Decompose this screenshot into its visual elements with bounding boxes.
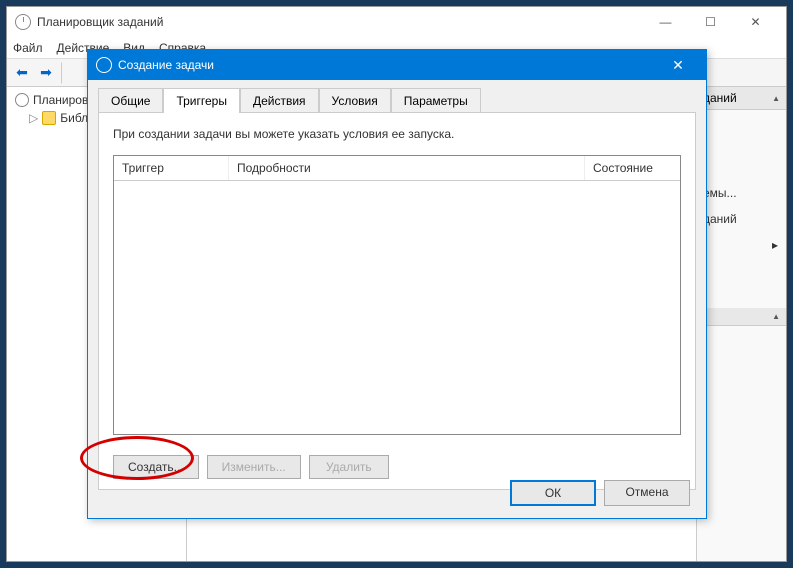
scheduler-icon — [15, 93, 29, 107]
tab-actions[interactable]: Действия — [240, 88, 319, 113]
table-header: Триггер Подробности Состояние — [114, 156, 680, 181]
column-trigger[interactable]: Триггер — [114, 156, 229, 180]
create-task-dialog: Создание задачи ✕ Общие Триггеры Действи… — [87, 49, 707, 519]
more-arrow[interactable]: ▸ — [697, 232, 786, 258]
folder-icon — [42, 111, 56, 125]
tabstrip: Общие Триггеры Действия Условия Параметр… — [88, 80, 706, 113]
dialog-titlebar[interactable]: Создание задачи ✕ — [88, 50, 706, 80]
delete-trigger-button: Удалить — [309, 455, 389, 479]
close-button[interactable]: ✕ — [733, 8, 778, 36]
minimize-button[interactable]: — — [643, 8, 688, 36]
expand-icon[interactable]: ▷ — [29, 111, 38, 125]
actions-subheader: ▲ — [697, 308, 786, 326]
ok-button[interactable]: ОК — [510, 480, 596, 506]
tab-general[interactable]: Общие — [98, 88, 163, 113]
up-button[interactable] — [67, 62, 89, 84]
menu-file[interactable]: Файл — [13, 41, 43, 55]
collapse-icon[interactable]: ▲ — [772, 312, 780, 321]
action-item[interactable]: емы... — [697, 180, 786, 206]
main-titlebar: Планировщик заданий — ☐ ✕ — [7, 7, 786, 37]
panel-description: При создании задачи вы можете указать ус… — [113, 127, 681, 141]
trigger-actions: Создать... Изменить... Удалить — [113, 455, 389, 479]
tab-conditions[interactable]: Условия — [319, 88, 391, 113]
tab-settings[interactable]: Параметры — [391, 88, 481, 113]
trigger-table: Триггер Подробности Состояние — [113, 155, 681, 435]
new-trigger-button[interactable]: Создать... — [113, 455, 199, 479]
clock-icon — [96, 57, 112, 73]
separator — [61, 62, 63, 84]
tab-triggers[interactable]: Триггеры — [163, 88, 240, 113]
collapse-icon[interactable]: ▲ — [772, 94, 780, 103]
action-item[interactable]: даний — [697, 206, 786, 232]
actions-header: даний ▲ — [697, 87, 786, 110]
column-state[interactable]: Состояние — [585, 156, 680, 180]
forward-button[interactable]: ➡ — [35, 62, 57, 84]
column-details[interactable]: Подробности — [229, 156, 585, 180]
clock-icon — [15, 14, 31, 30]
main-title: Планировщик заданий — [37, 15, 643, 29]
dialog-buttons: ОК Отмена — [510, 480, 690, 506]
cancel-button[interactable]: Отмена — [604, 480, 690, 506]
edit-trigger-button: Изменить... — [207, 455, 301, 479]
maximize-button[interactable]: ☐ — [688, 8, 733, 36]
dialog-title: Создание задачи — [118, 58, 658, 72]
tab-panel-triggers: При создании задачи вы можете указать ус… — [98, 112, 696, 490]
actions-header-text: даний — [703, 91, 737, 105]
actions-pane: даний ▲ емы... даний ▸ ▲ — [696, 87, 786, 561]
back-button[interactable]: ⬅ — [11, 62, 33, 84]
dialog-close-button[interactable]: ✕ — [658, 51, 698, 79]
